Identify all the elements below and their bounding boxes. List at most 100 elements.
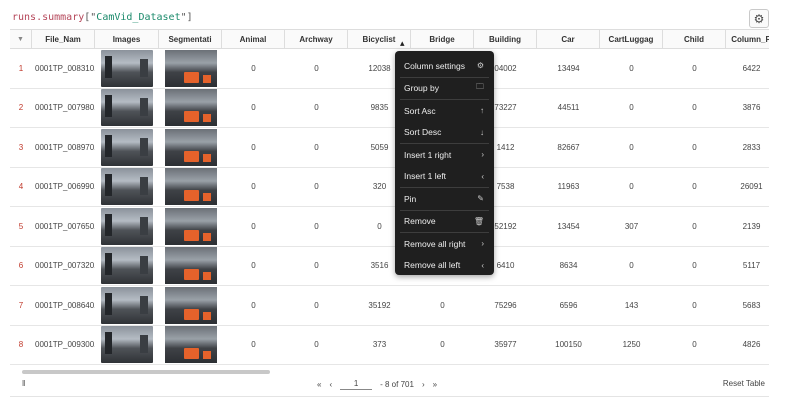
- image-cell[interactable]: [95, 326, 159, 365]
- column-header[interactable]: Segmentati: [159, 30, 222, 48]
- column-header[interactable]: Animal: [222, 30, 285, 48]
- street-image-thumbnail[interactable]: [101, 247, 153, 285]
- table-row: 7 0001TP_008640. 0 0 35192 0 75296 6596 143 0 5683: [10, 286, 769, 326]
- menu-item-group-by[interactable]: Group by 🗀: [395, 78, 494, 100]
- segmentation-cell[interactable]: [159, 207, 222, 246]
- row-index-label: 6: [18, 261, 24, 271]
- column-header[interactable]: CartLuggag: [600, 30, 663, 48]
- menu-item-pin[interactable]: Pin ✎: [395, 188, 494, 210]
- segmentation-cell[interactable]: [159, 49, 222, 88]
- image-cell[interactable]: [95, 207, 159, 246]
- segmentation-cell[interactable]: [159, 168, 222, 207]
- menu-item-remove[interactable]: Remove 🗑: [395, 211, 494, 233]
- first-page-button[interactable]: «: [317, 380, 321, 389]
- column-resize-handle[interactable]: ‖: [22, 379, 25, 388]
- reset-table-button[interactable]: Reset Table: [723, 379, 765, 388]
- table-row: 4 0001TP_006990. 0 0 320 7538 11963 0 0 26091: [10, 168, 769, 207]
- prev-page-button[interactable]: ‹: [329, 380, 332, 389]
- segmentation-mask-thumbnail[interactable]: [164, 168, 217, 206]
- row-index: 7: [10, 286, 32, 325]
- menu-item-label: Pin: [404, 193, 417, 204]
- segmentation-cell[interactable]: [159, 128, 222, 167]
- table-body: 1 0001TP_008310. 0 0 12038 04002 13494 0 0 6422 2 0…: [10, 49, 769, 365]
- column-header[interactable]: Images: [95, 30, 159, 48]
- horizontal-scrollbar[interactable]: [22, 370, 270, 374]
- menu-item-insert-1-left[interactable]: Insert 1 left ‹: [395, 166, 494, 188]
- next-page-button[interactable]: ›: [422, 380, 425, 389]
- column-header[interactable]: Column_P: [726, 30, 769, 48]
- bicyclist-cell: 35192: [368, 300, 391, 310]
- animal-cell: 0: [251, 63, 256, 73]
- menu-item-sort-desc[interactable]: Sort Desc ↓: [395, 122, 494, 144]
- row-index: 3: [10, 128, 32, 167]
- column-header[interactable]: Archway: [285, 30, 348, 48]
- segmentation-mask-thumbnail[interactable]: [164, 286, 217, 324]
- segmentation-mask-thumbnail[interactable]: [164, 326, 217, 364]
- street-image-thumbnail[interactable]: [101, 286, 153, 324]
- last-page-button[interactable]: »: [433, 380, 437, 389]
- table-settings-button[interactable]: ⚙: [749, 9, 769, 28]
- segmentation-cell[interactable]: [159, 286, 222, 325]
- animal-cell: 0: [251, 103, 256, 113]
- image-cell[interactable]: [95, 247, 159, 286]
- segmentation-mask-thumbnail[interactable]: [164, 128, 217, 166]
- street-image-thumbnail[interactable]: [101, 49, 153, 87]
- image-cell[interactable]: [95, 128, 159, 167]
- cart-cell: 0: [629, 63, 634, 73]
- building-cell: 35977: [494, 340, 517, 350]
- menu-item-remove-all-right[interactable]: Remove all right ›: [395, 233, 494, 255]
- segmentation-mask-thumbnail[interactable]: [164, 207, 217, 245]
- menu-item-label: Column settings: [404, 60, 465, 71]
- file-name-cell: 0001TP_008970.: [35, 142, 95, 152]
- column-cell: 2833: [742, 142, 761, 152]
- menu-item-icon: ↑: [480, 106, 484, 116]
- car-cell: 44511: [557, 103, 580, 113]
- menu-item-icon: ⚙: [476, 61, 484, 71]
- animal-cell: 0: [251, 142, 256, 152]
- segmentation-mask-thumbnail[interactable]: [164, 49, 217, 87]
- column-header[interactable]: Bridge: [411, 30, 474, 48]
- image-cell[interactable]: [95, 168, 159, 207]
- animal-cell: 0: [251, 261, 256, 271]
- column-header[interactable]: Car: [537, 30, 600, 48]
- street-image-thumbnail[interactable]: [101, 207, 153, 245]
- column-header[interactable]: File_Nam: [32, 30, 95, 48]
- cart-cell: 0: [629, 261, 634, 271]
- street-image-thumbnail[interactable]: [101, 128, 153, 166]
- row-index: 1: [10, 49, 32, 88]
- child-cell: 0: [692, 63, 697, 73]
- segmentation-mask-thumbnail[interactable]: [164, 247, 217, 285]
- table-row: 1 0001TP_008310. 0 0 12038 04002 13494 0 0 6422: [10, 49, 769, 89]
- column-header[interactable]: Building: [474, 30, 537, 48]
- street-image-thumbnail[interactable]: [101, 168, 153, 206]
- row-index: 2: [10, 89, 32, 128]
- segmentation-cell[interactable]: [159, 326, 222, 365]
- row-index-label: 5: [18, 221, 24, 231]
- page-number-input[interactable]: 1: [340, 379, 373, 390]
- segmentation-mask-thumbnail[interactable]: [164, 89, 217, 127]
- row-index: 5: [10, 207, 32, 246]
- street-image-thumbnail[interactable]: [101, 326, 153, 364]
- image-cell[interactable]: [95, 49, 159, 88]
- row-index: 4: [10, 168, 32, 207]
- image-cell[interactable]: [95, 286, 159, 325]
- menu-item-sort-asc[interactable]: Sort Asc ↑: [395, 100, 494, 122]
- row-index-label: 1: [18, 63, 24, 73]
- segmentation-cell[interactable]: [159, 247, 222, 286]
- cart-cell: 0: [629, 142, 634, 152]
- sort-toggle-icon[interactable]: ▼: [10, 30, 32, 48]
- cart-cell: 0: [629, 103, 634, 113]
- menu-item-icon: ✎: [477, 194, 484, 204]
- menu-item-remove-all-left[interactable]: Remove all left ‹: [395, 255, 494, 277]
- street-image-thumbnail[interactable]: [101, 89, 153, 127]
- row-index-label: 3: [18, 142, 24, 152]
- bridge-cell: 0: [440, 300, 445, 310]
- menu-item-column-settings[interactable]: Column settings ⚙: [395, 55, 494, 77]
- menu-item-insert-1-right[interactable]: Insert 1 right ›: [395, 144, 494, 166]
- child-cell: 0: [692, 261, 697, 271]
- image-cell[interactable]: [95, 89, 159, 128]
- menu-item-label: Remove all right: [404, 238, 466, 249]
- column-header[interactable]: Child: [663, 30, 726, 48]
- segmentation-cell[interactable]: [159, 89, 222, 128]
- child-cell: 0: [692, 340, 697, 350]
